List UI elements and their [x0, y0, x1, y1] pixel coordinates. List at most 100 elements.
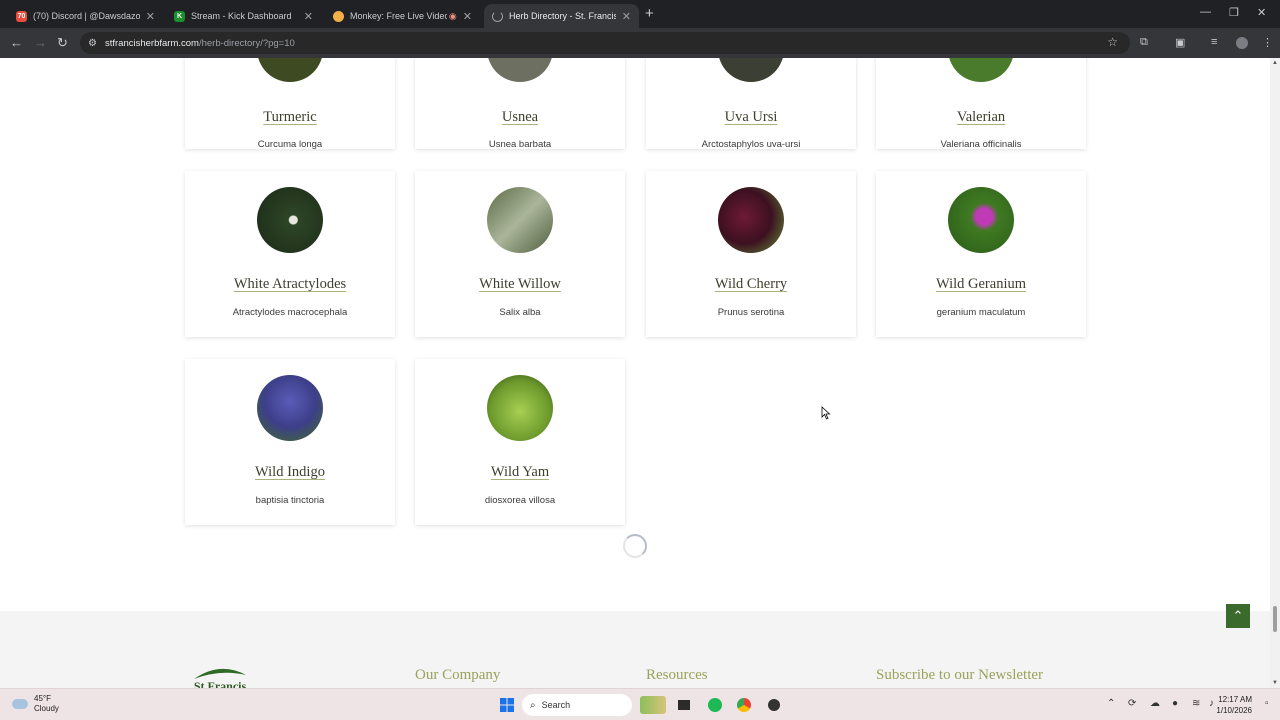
herb-name-link[interactable]: Turmeric: [185, 109, 395, 126]
microphone-icon[interactable]: ●: [1172, 698, 1178, 709]
clock-date: 1/10/2026: [1216, 706, 1252, 715]
close-window-button[interactable]: ✕: [1257, 6, 1266, 19]
herb-image[interactable]: [257, 375, 323, 441]
herb-name-link[interactable]: Wild Geranium: [876, 276, 1086, 293]
herb-card[interactable]: Wild Geranium geranium maculatum: [876, 171, 1086, 337]
herb-card[interactable]: Valerian Valeriana officinalis: [876, 58, 1086, 150]
herb-card[interactable]: Wild Cherry Prunus serotina: [646, 171, 856, 337]
herb-name-link[interactable]: Usnea: [415, 109, 625, 126]
browser-tab-bar: 70 (70) Discord | @Dawsdazoe ✕ K Stream …: [0, 0, 1280, 28]
side-panel-icon[interactable]: ▣: [1175, 36, 1185, 49]
st-francis-logo[interactable]: St.Francis: [190, 663, 250, 688]
profile-avatar[interactable]: [1236, 37, 1248, 49]
scroll-up-icon[interactable]: ▲: [1272, 60, 1278, 66]
bookmark-star-icon[interactable]: ☆: [1107, 35, 1118, 49]
tab-title: (70) Discord | @Dawsdazoe: [33, 11, 140, 21]
herb-latin-name: Valeriana officinalis: [940, 139, 1022, 150]
herb-name-link[interactable]: Wild Cherry: [646, 276, 856, 293]
herb-image[interactable]: [948, 58, 1014, 82]
site-info-icon[interactable]: ⚙: [88, 38, 97, 49]
herb-image[interactable]: [487, 58, 553, 82]
herb-image[interactable]: [718, 58, 784, 82]
herb-image[interactable]: [257, 58, 323, 82]
new-tab-button[interactable]: +: [645, 5, 654, 22]
herb-image[interactable]: [257, 187, 323, 253]
notifications-icon[interactable]: ▫: [1265, 698, 1269, 709]
wifi-icon[interactable]: ≋: [1192, 698, 1200, 709]
herb-latin-name: baptisia tinctoria: [255, 495, 325, 506]
url-path: /herb-directory/?pg=10: [198, 37, 295, 49]
discord-icon: 70: [16, 10, 27, 22]
close-icon[interactable]: ✕: [304, 10, 313, 23]
media-control-icon[interactable]: ≡: [1211, 36, 1217, 48]
herb-name-link[interactable]: Valerian: [876, 109, 1086, 126]
herb-card[interactable]: Uva Ursi Arctostaphylos uva-ursi: [646, 58, 856, 150]
weather-widget[interactable]: 45°F Cloudy: [12, 694, 59, 714]
close-icon[interactable]: ✕: [146, 10, 155, 23]
address-toolbar: ← → ↻ ⚙ stfrancisherbfarm.com/herb-direc…: [0, 28, 1280, 58]
tab-monkey[interactable]: Monkey: Free Live Video Ch ◉ ✕: [325, 4, 480, 28]
herb-card[interactable]: Wild Yam diosxorea villosa: [415, 359, 625, 525]
file-explorer-icon[interactable]: [675, 696, 693, 714]
taskbar-search[interactable]: ⌕ Search: [522, 694, 632, 716]
herb-latin-name: Prunus serotina: [717, 307, 785, 318]
herb-image[interactable]: [718, 187, 784, 253]
back-to-top-button[interactable]: ⌃: [1226, 604, 1250, 628]
footer-heading-newsletter: Subscribe to our Newsletter: [876, 667, 1044, 683]
herb-name-link[interactable]: White Willow: [415, 276, 625, 293]
search-highlight-image[interactable]: [640, 696, 666, 714]
sync-icon[interactable]: ⟳: [1128, 698, 1136, 709]
windows-start-icon[interactable]: [498, 696, 516, 714]
extensions-icon[interactable]: ⧉: [1140, 36, 1148, 49]
herb-name-link[interactable]: Uva Ursi: [646, 109, 856, 126]
tray-chevron-icon[interactable]: ⌃: [1107, 698, 1115, 709]
close-icon[interactable]: ✕: [463, 10, 472, 23]
herb-latin-name: geranium maculatum: [936, 307, 1026, 318]
address-bar[interactable]: ⚙ stfrancisherbfarm.com/herb-directory/?…: [80, 32, 1130, 54]
scrollbar-thumb[interactable]: [1273, 606, 1277, 632]
herb-card[interactable]: Turmeric Curcuma longa: [185, 58, 395, 150]
tab-discord[interactable]: 70 (70) Discord | @Dawsdazoe ✕: [8, 4, 163, 28]
cloud-icon: [12, 699, 28, 709]
herb-card[interactable]: White Willow Salix alba: [415, 171, 625, 337]
system-clock[interactable]: 12:17 AM 1/10/2026: [1216, 694, 1252, 716]
weather-temp: 45°F: [34, 694, 51, 703]
tab-herb-directory[interactable]: Herb Directory - St. Francis Her ✕: [484, 4, 639, 28]
url-text[interactable]: stfrancisherbfarm.com/herb-directory/?pg…: [105, 38, 295, 49]
forward-button[interactable]: →: [34, 35, 47, 50]
footer-heading-resources: Resources: [646, 667, 708, 683]
herb-latin-name: diosxorea villosa: [484, 495, 556, 506]
herb-latin-name: Curcuma longa: [257, 139, 323, 150]
monkey-icon: [333, 10, 344, 22]
tab-kick[interactable]: K Stream - Kick Dashboard ✕: [166, 4, 321, 28]
herb-card[interactable]: Wild Indigo baptisia tinctoria: [185, 359, 395, 525]
restore-button[interactable]: ❐: [1229, 6, 1239, 19]
minimize-button[interactable]: —: [1200, 6, 1211, 18]
onedrive-icon[interactable]: ☁: [1150, 698, 1160, 709]
herb-image[interactable]: [487, 375, 553, 441]
herb-image[interactable]: [487, 187, 553, 253]
herb-card[interactable]: Usnea Usnea barbata: [415, 58, 625, 150]
herb-latin-name: Usnea barbata: [488, 139, 552, 150]
os-taskbar: 45°F Cloudy ⌕ Search ⌃ ⟳ ☁ ● ≋ ♪ 12:17 A…: [0, 688, 1280, 720]
kick-icon: K: [174, 10, 185, 22]
scroll-down-icon[interactable]: ▼: [1272, 680, 1278, 686]
chrome-icon[interactable]: [735, 696, 753, 714]
volume-icon[interactable]: ♪: [1209, 698, 1214, 709]
tab-title: Herb Directory - St. Francis Her: [509, 11, 616, 21]
reload-button[interactable]: ↻: [57, 35, 68, 51]
site-footer: St.Francis Our Company Resources Subscri…: [0, 611, 1270, 688]
herb-name-link[interactable]: Wild Yam: [415, 464, 625, 481]
herb-name-link[interactable]: Wild Indigo: [185, 464, 395, 481]
search-label: Search: [541, 700, 571, 710]
tab-title: Monkey: Free Live Video Ch: [350, 11, 447, 21]
back-button[interactable]: ←: [10, 35, 23, 50]
herb-card[interactable]: White Atractylodes Atractylodes macrocep…: [185, 171, 395, 337]
herb-image[interactable]: [948, 187, 1014, 253]
herb-name-link[interactable]: White Atractylodes: [185, 276, 395, 293]
menu-icon[interactable]: ⋮: [1262, 36, 1273, 49]
app-icon[interactable]: [765, 696, 783, 714]
spotify-icon[interactable]: [706, 696, 724, 714]
close-icon[interactable]: ✕: [622, 10, 631, 23]
page-scrollbar[interactable]: ▲ ▼: [1270, 58, 1280, 688]
